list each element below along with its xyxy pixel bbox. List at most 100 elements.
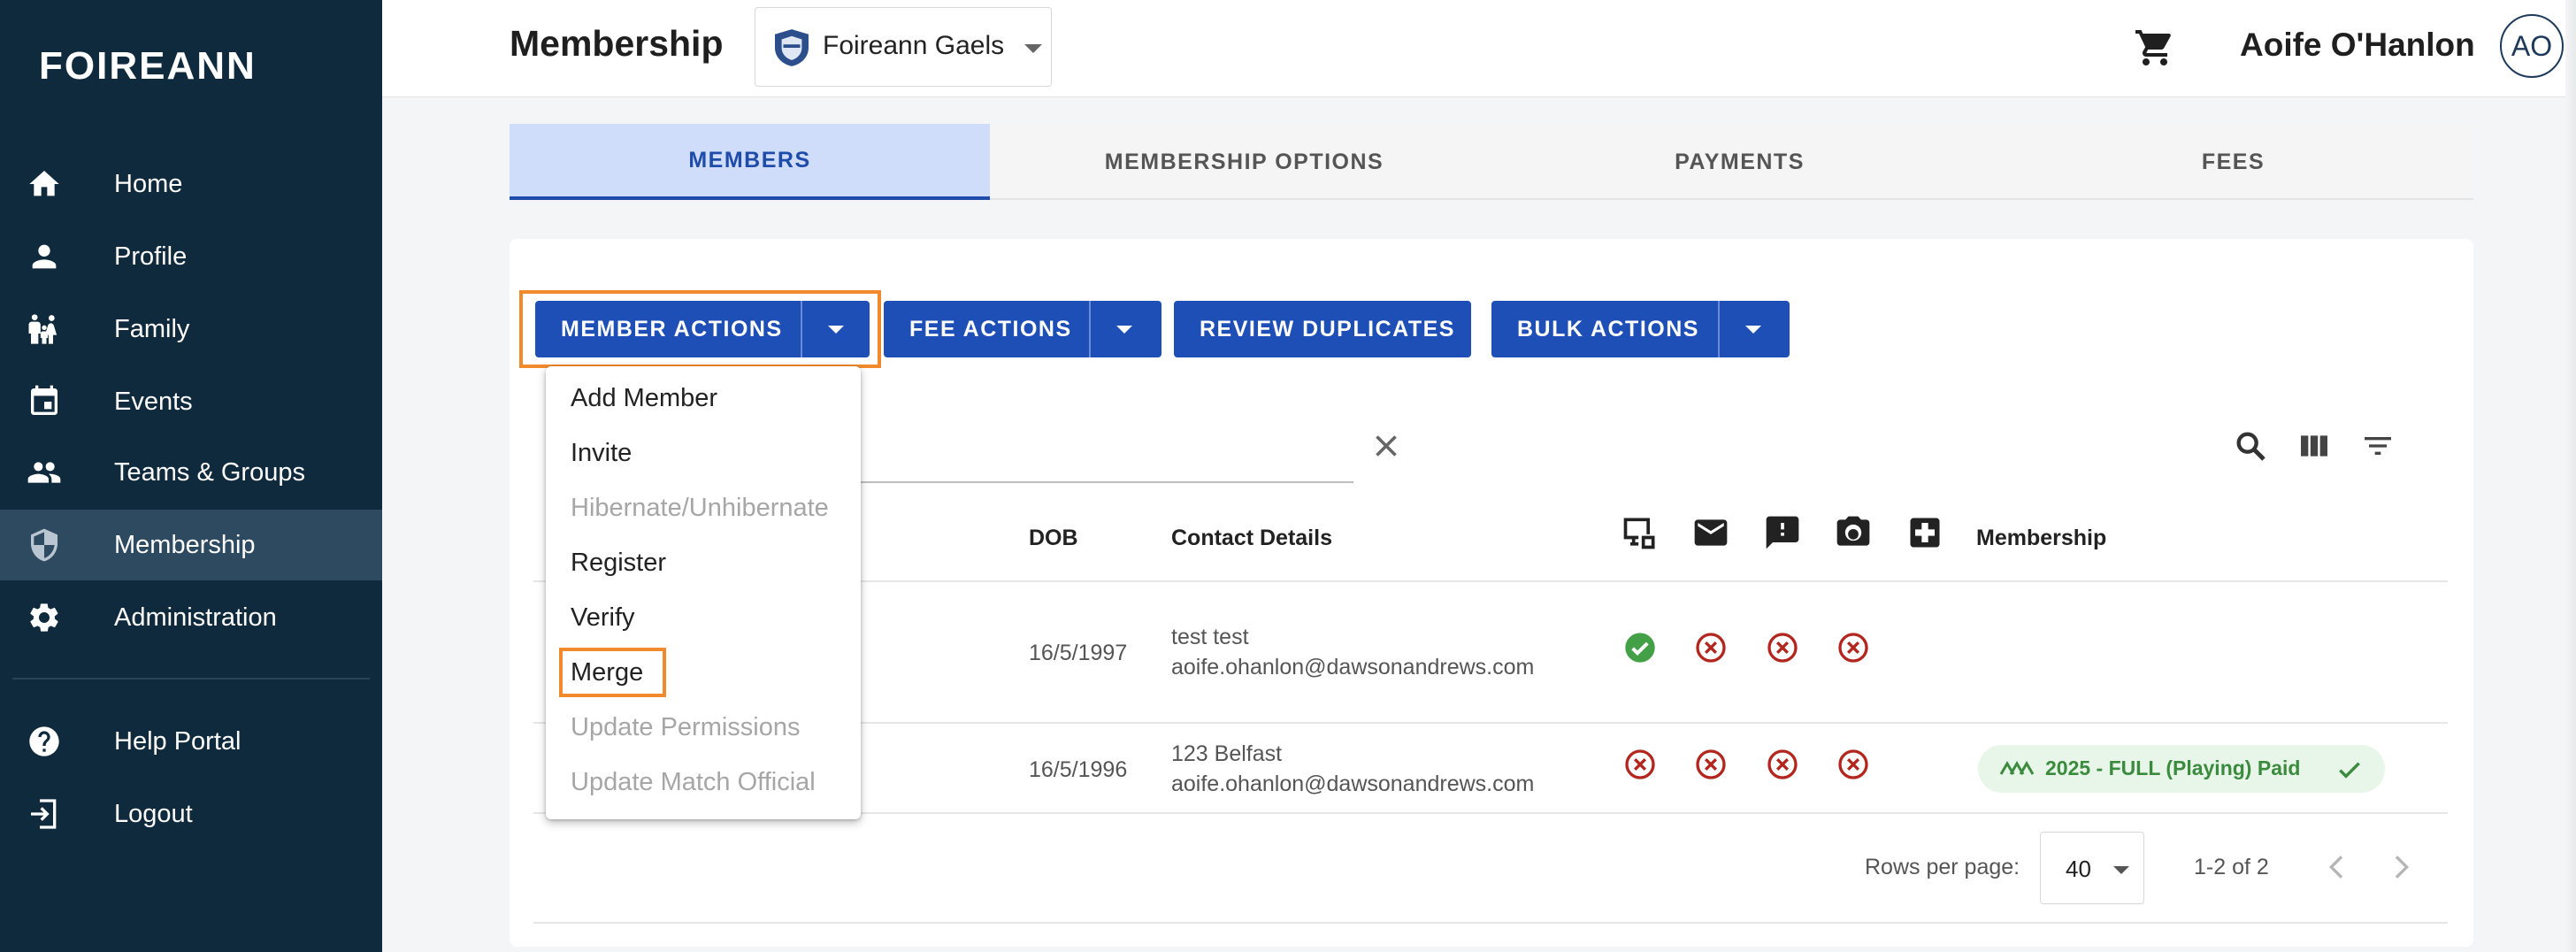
error-circle-icon bbox=[1767, 749, 1798, 779]
pagination-range: 1-2 of 2 bbox=[2194, 855, 2269, 879]
sidebar-item-profile[interactable]: Profile bbox=[0, 221, 382, 292]
cell-contact-line1: test test bbox=[1171, 625, 1249, 649]
caret-down-icon bbox=[1745, 325, 1761, 334]
error-circle-icon bbox=[1838, 633, 1868, 663]
chevron-down-icon bbox=[1024, 44, 1042, 53]
bulk-actions-button[interactable]: BULK ACTIONS bbox=[1491, 301, 1790, 357]
home-icon bbox=[29, 171, 59, 196]
alert-icon bbox=[1766, 516, 1799, 549]
search-icon[interactable] bbox=[2233, 428, 2268, 464]
sidebar-item-logout[interactable]: Logout bbox=[0, 779, 382, 849]
menu-item-update-match-official: Update Match Official bbox=[571, 768, 816, 796]
rows-per-page-select[interactable]: 40 bbox=[2040, 832, 2144, 904]
tab-fees[interactable]: FEES bbox=[1993, 124, 2473, 200]
menu-item-invite[interactable]: Invite bbox=[571, 439, 632, 468]
review-duplicates-label: REVIEW DUPLICATES bbox=[1200, 316, 1455, 342]
sidebar-item-teams-groups[interactable]: Teams & Groups bbox=[0, 437, 382, 508]
online-access-icon bbox=[1623, 518, 1655, 549]
avatar[interactable]: AO bbox=[2500, 14, 2564, 78]
caret-down-icon bbox=[2113, 866, 2129, 874]
club-name: Foireann Gaels bbox=[823, 31, 1005, 60]
group-icon bbox=[27, 462, 61, 483]
menu-item-hibernate: Hibernate/Unhibernate bbox=[571, 494, 829, 522]
sidebar-item-label: Home bbox=[114, 169, 183, 198]
medical-icon bbox=[1910, 518, 1940, 548]
sidebar: FOIREANN Home Profile Family Events Team… bbox=[0, 0, 382, 952]
fee-actions-dropdown-toggle[interactable] bbox=[1089, 301, 1158, 357]
error-circle-icon bbox=[1625, 749, 1655, 779]
error-circle-icon bbox=[1696, 749, 1726, 779]
tab-payments[interactable]: PAYMENTS bbox=[1499, 124, 1980, 200]
columns-icon[interactable] bbox=[2296, 428, 2332, 464]
cell-contact-line1: 123 Belfast bbox=[1171, 741, 1283, 766]
gaa-logo-icon bbox=[1999, 761, 2035, 775]
help-icon bbox=[29, 726, 59, 756]
member-actions-menu: Add Member Invite Hibernate/Unhibernate … bbox=[546, 366, 861, 819]
caret-down-icon bbox=[1116, 325, 1132, 334]
cell-contact-line2: aoife.ohanlon@dawsonandrews.com bbox=[1171, 772, 1535, 796]
gear-icon bbox=[30, 603, 58, 632]
fee-actions-button[interactable]: FEE ACTIONS bbox=[884, 301, 1162, 357]
menu-item-add-member[interactable]: Add Member bbox=[571, 384, 717, 413]
error-circle-icon bbox=[1838, 749, 1868, 779]
tab-members[interactable]: MEMBERS bbox=[510, 124, 990, 200]
membership-badge[interactable]: 2025 - FULL (Playing) Paid bbox=[1978, 745, 2385, 793]
error-circle-icon bbox=[1767, 633, 1798, 663]
bulk-actions-label: BULK ACTIONS bbox=[1517, 316, 1699, 342]
sidebar-item-membership[interactable]: Membership bbox=[0, 510, 382, 580]
club-selector[interactable]: Foireann Gaels bbox=[755, 7, 1052, 87]
shield-icon bbox=[31, 528, 58, 562]
menu-item-verify[interactable]: Verify bbox=[571, 603, 635, 633]
menu-item-update-permissions: Update Permissions bbox=[571, 713, 801, 741]
email-icon bbox=[1694, 519, 1728, 546]
menu-item-register[interactable]: Register bbox=[571, 549, 666, 578]
highlight-member-actions bbox=[519, 290, 881, 368]
sidebar-item-label: Family bbox=[114, 314, 190, 343]
logout-icon bbox=[31, 799, 57, 829]
cart-icon[interactable] bbox=[2134, 27, 2176, 69]
page-title: Membership bbox=[510, 23, 724, 64]
sidebar-item-label: Membership bbox=[114, 530, 256, 559]
search-input[interactable] bbox=[858, 481, 1353, 483]
sidebar-item-label: Profile bbox=[114, 242, 188, 271]
user-name[interactable]: Aoife O'Hanlon bbox=[2240, 27, 2475, 64]
close-icon[interactable] bbox=[1370, 430, 1402, 462]
sidebar-item-label: Logout bbox=[114, 799, 193, 828]
rows-per-page-value: 40 bbox=[2066, 856, 2091, 882]
chevron-right-icon[interactable] bbox=[2383, 849, 2419, 885]
bulk-actions-dropdown-toggle[interactable] bbox=[1718, 301, 1787, 357]
sidebar-item-administration[interactable]: Administration bbox=[0, 582, 382, 653]
highlight-merge bbox=[559, 648, 666, 697]
cell-dob: 16/5/1996 bbox=[1029, 757, 1128, 782]
sidebar-divider bbox=[12, 678, 370, 679]
error-circle-icon bbox=[1696, 633, 1726, 663]
sidebar-item-label: Events bbox=[114, 387, 193, 416]
sidebar-item-label: Teams & Groups bbox=[114, 457, 305, 487]
column-header-contact[interactable]: Contact Details bbox=[1171, 526, 1332, 551]
rows-per-page-label: Rows per page: bbox=[1865, 855, 2020, 879]
sidebar-item-family[interactable]: Family bbox=[0, 294, 382, 365]
table-footer-divider bbox=[533, 922, 2448, 924]
tab-bar: MEMBERS MEMBERSHIP OPTIONS PAYMENTS FEES bbox=[510, 124, 2473, 200]
sidebar-item-events[interactable]: Events bbox=[0, 366, 382, 437]
sidebar-item-label: Help Portal bbox=[114, 726, 242, 756]
cell-dob: 16/5/1997 bbox=[1029, 641, 1128, 665]
calendar-icon bbox=[31, 385, 58, 415]
sidebar-item-home[interactable]: Home bbox=[0, 149, 382, 219]
check-circle-icon bbox=[1625, 633, 1655, 663]
tab-membership-options[interactable]: MEMBERSHIP OPTIONS bbox=[1004, 124, 1484, 200]
person-icon bbox=[32, 244, 57, 269]
sidebar-item-help-portal[interactable]: Help Portal bbox=[0, 706, 382, 777]
camera-icon bbox=[1836, 516, 1870, 546]
sidebar-item-label: Administration bbox=[114, 603, 277, 632]
filter-icon[interactable] bbox=[2360, 428, 2396, 464]
column-header-dob[interactable]: DOB bbox=[1029, 526, 1078, 551]
brand-logo[interactable]: FOIREANN bbox=[39, 44, 257, 88]
family-icon bbox=[28, 314, 58, 344]
column-header-membership[interactable]: Membership bbox=[1976, 526, 2106, 551]
club-crest-icon bbox=[775, 29, 809, 66]
fee-actions-label: FEE ACTIONS bbox=[909, 316, 1072, 342]
review-duplicates-button[interactable]: REVIEW DUPLICATES bbox=[1174, 301, 1471, 357]
membership-badge-label: 2025 - FULL (Playing) Paid bbox=[2045, 756, 2301, 779]
chevron-left-icon[interactable] bbox=[2319, 849, 2355, 885]
